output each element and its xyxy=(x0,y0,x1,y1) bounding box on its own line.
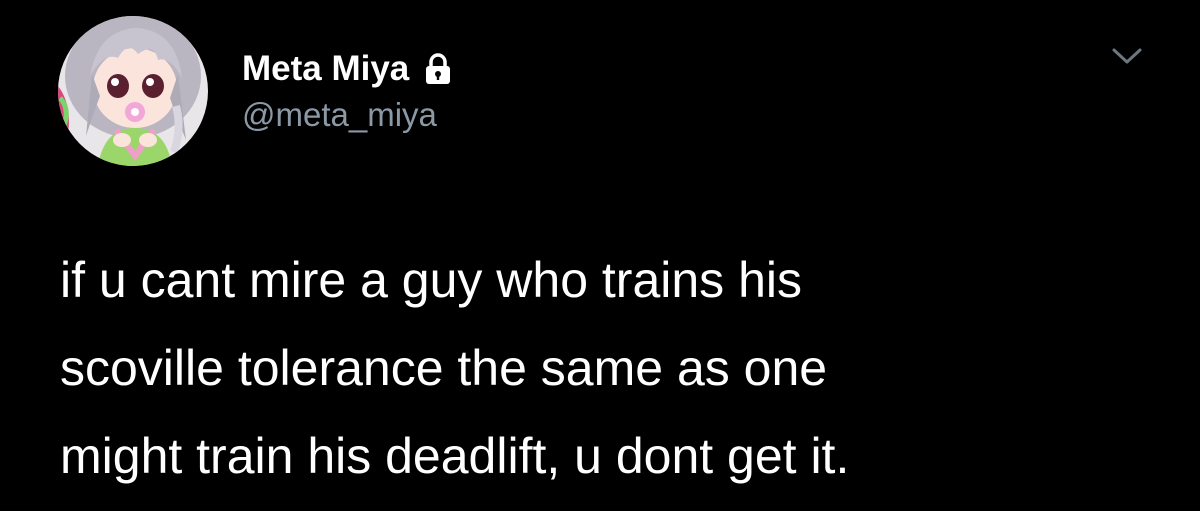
tweet-header: Meta Miya @meta_miya xyxy=(58,16,453,166)
lock-icon xyxy=(423,52,453,86)
tweet-card: Meta Miya @meta_miya if u cant mire a gu… xyxy=(0,0,1200,511)
author-identity: Meta Miya @meta_miya xyxy=(242,46,453,134)
tweet-text-line: scoville tolerance the same as one xyxy=(60,340,828,396)
avatar-image xyxy=(58,16,208,166)
tweet-text-line: if u cant mire a guy who trains his xyxy=(60,252,802,308)
name-row: Meta Miya xyxy=(242,46,453,92)
tweet-text: if u cant mire a guy who trains his scov… xyxy=(60,236,1160,500)
display-name[interactable]: Meta Miya xyxy=(242,49,409,89)
chevron-down-icon[interactable] xyxy=(1110,44,1144,68)
user-handle[interactable]: @meta_miya xyxy=(242,96,453,134)
avatar[interactable] xyxy=(58,16,208,166)
tweet-text-line: might train his deadlift, u dont get it. xyxy=(60,428,850,484)
